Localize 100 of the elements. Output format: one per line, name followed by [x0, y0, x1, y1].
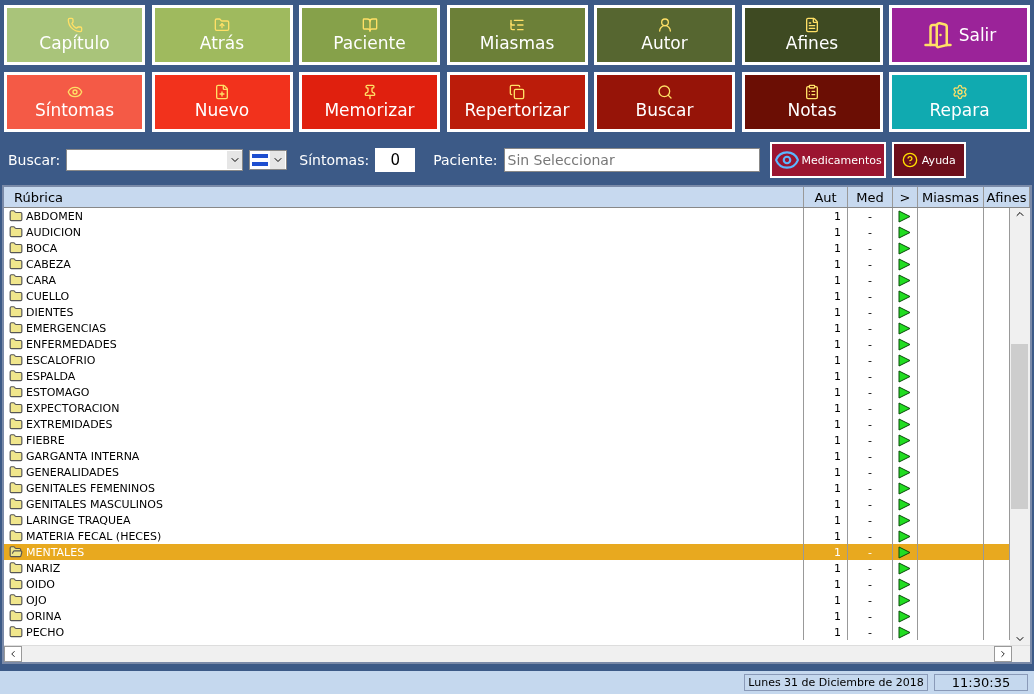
- aut-value: 1: [834, 593, 841, 607]
- flag-dropdown[interactable]: [249, 150, 288, 170]
- rubric-name: FIEBRE: [26, 433, 65, 447]
- aut-value: 1: [834, 545, 841, 559]
- folder-icon: [9, 353, 23, 367]
- folder-icon: [9, 609, 23, 623]
- folder-icon: [9, 497, 23, 511]
- play-icon: [898, 481, 911, 495]
- rubric-name: MENTALES: [26, 545, 85, 559]
- aut-value: 1: [834, 385, 841, 399]
- column-header[interactable]: Aut: [804, 187, 848, 207]
- column-header[interactable]: Rúbrica: [4, 187, 804, 207]
- play-icon: [898, 417, 911, 431]
- toolbar-button[interactable]: Buscar: [594, 72, 735, 132]
- rubric-name: ABDOMEN: [26, 209, 83, 223]
- med-value: -: [868, 465, 872, 479]
- aut-value: 1: [834, 577, 841, 591]
- rubric-name: DIENTES: [26, 305, 74, 319]
- aut-value: 1: [834, 465, 841, 479]
- play-icon: [898, 401, 911, 415]
- med-value: -: [868, 225, 872, 239]
- rubric-name: OIDO: [26, 577, 56, 591]
- play-icon: [898, 241, 911, 255]
- column-header[interactable]: >: [893, 187, 918, 207]
- medicamentos-button[interactable]: Medicamentos: [769, 142, 886, 178]
- document-icon: [804, 17, 820, 33]
- med-value: -: [868, 593, 872, 607]
- folder-icon: [9, 225, 23, 239]
- play-icon: [898, 209, 911, 223]
- column-header[interactable]: Afines: [984, 187, 1030, 207]
- play-icon: [898, 353, 911, 367]
- med-value: -: [868, 337, 872, 351]
- med-value: -: [868, 209, 872, 223]
- rubric-name: CABEZA: [26, 257, 71, 271]
- toolbar-button[interactable]: Miasmas: [446, 5, 588, 65]
- toolbar-button[interactable]: Repertorizar: [446, 72, 588, 132]
- folder-icon: [9, 593, 23, 607]
- help-button[interactable]: Ayuda: [891, 142, 966, 178]
- help-icon: [901, 152, 918, 168]
- play-icon: [898, 289, 911, 303]
- toolbar-button[interactable]: Afines: [741, 5, 883, 65]
- aut-value: 1: [834, 513, 841, 527]
- play-icon: [898, 593, 911, 607]
- play-icon: [898, 625, 911, 639]
- play-icon: [898, 305, 911, 319]
- horizontal-scrollbar[interactable]: [4, 645, 1030, 662]
- play-icon: [898, 257, 911, 271]
- toolbar-button[interactable]: Nuevo: [151, 72, 293, 132]
- aut-value: 1: [834, 481, 841, 495]
- play-icon: [898, 369, 911, 383]
- search-combo[interactable]: [66, 149, 244, 171]
- folder-icon: [9, 257, 23, 271]
- med-value: -: [868, 545, 872, 559]
- rubric-name: ESPALDA: [26, 369, 76, 383]
- aut-value: 1: [834, 337, 841, 351]
- aut-value: 1: [834, 625, 841, 639]
- folder-icon: [9, 369, 23, 383]
- folder-icon: [9, 305, 23, 319]
- toolbar-button[interactable]: Autor: [594, 5, 735, 65]
- play-icon: [898, 561, 911, 575]
- med-value: -: [868, 513, 872, 527]
- column-header[interactable]: Miasmas: [918, 187, 984, 207]
- list-icon: [509, 17, 525, 33]
- aut-value: 1: [834, 289, 841, 303]
- book-icon: [361, 17, 378, 33]
- aut-value: 1: [834, 433, 841, 447]
- play-icon: [898, 433, 911, 447]
- toolbar-button[interactable]: Notas: [741, 72, 883, 132]
- aut-value: 1: [834, 353, 841, 367]
- column-header[interactable]: Med: [848, 187, 893, 207]
- play-icon: [898, 449, 911, 463]
- rubric-name: GARGANTA INTERNA: [26, 449, 140, 463]
- folder-icon: [9, 273, 23, 287]
- status-time: 11:30:35: [934, 674, 1028, 691]
- patient-field[interactable]: Sin Seleccionar: [503, 148, 760, 172]
- search-label: Buscar:: [8, 152, 61, 168]
- rubric-name: MATERIA FECAL (HECES): [26, 529, 162, 543]
- folder-icon: [9, 385, 23, 399]
- aut-value: 1: [834, 257, 841, 271]
- clipboard-icon: [804, 84, 820, 100]
- rubric-name: ENFERMEDADES: [26, 337, 117, 351]
- med-value: -: [868, 433, 872, 447]
- aut-value: 1: [834, 561, 841, 575]
- rubric-name: AUDICION: [26, 225, 82, 239]
- med-value: -: [868, 401, 872, 415]
- folder-icon: [9, 337, 23, 351]
- rubric-name: EMERGENCIAS: [26, 321, 107, 335]
- patient-label: Paciente:: [433, 152, 498, 168]
- folder-icon: [9, 529, 23, 543]
- toolbar-button[interactable]: Memorizar: [299, 72, 440, 132]
- scroll-right-icon: [998, 649, 1008, 659]
- play-icon: [898, 337, 911, 351]
- med-value: -: [868, 481, 872, 495]
- play-icon: [898, 513, 911, 527]
- toolbar-button[interactable]: Salir: [889, 5, 1030, 65]
- folder-icon: [9, 321, 23, 335]
- med-value: -: [868, 577, 872, 591]
- folder-icon: [9, 401, 23, 415]
- vertical-scrollbar[interactable]: [1010, 208, 1030, 645]
- aut-value: 1: [834, 417, 841, 431]
